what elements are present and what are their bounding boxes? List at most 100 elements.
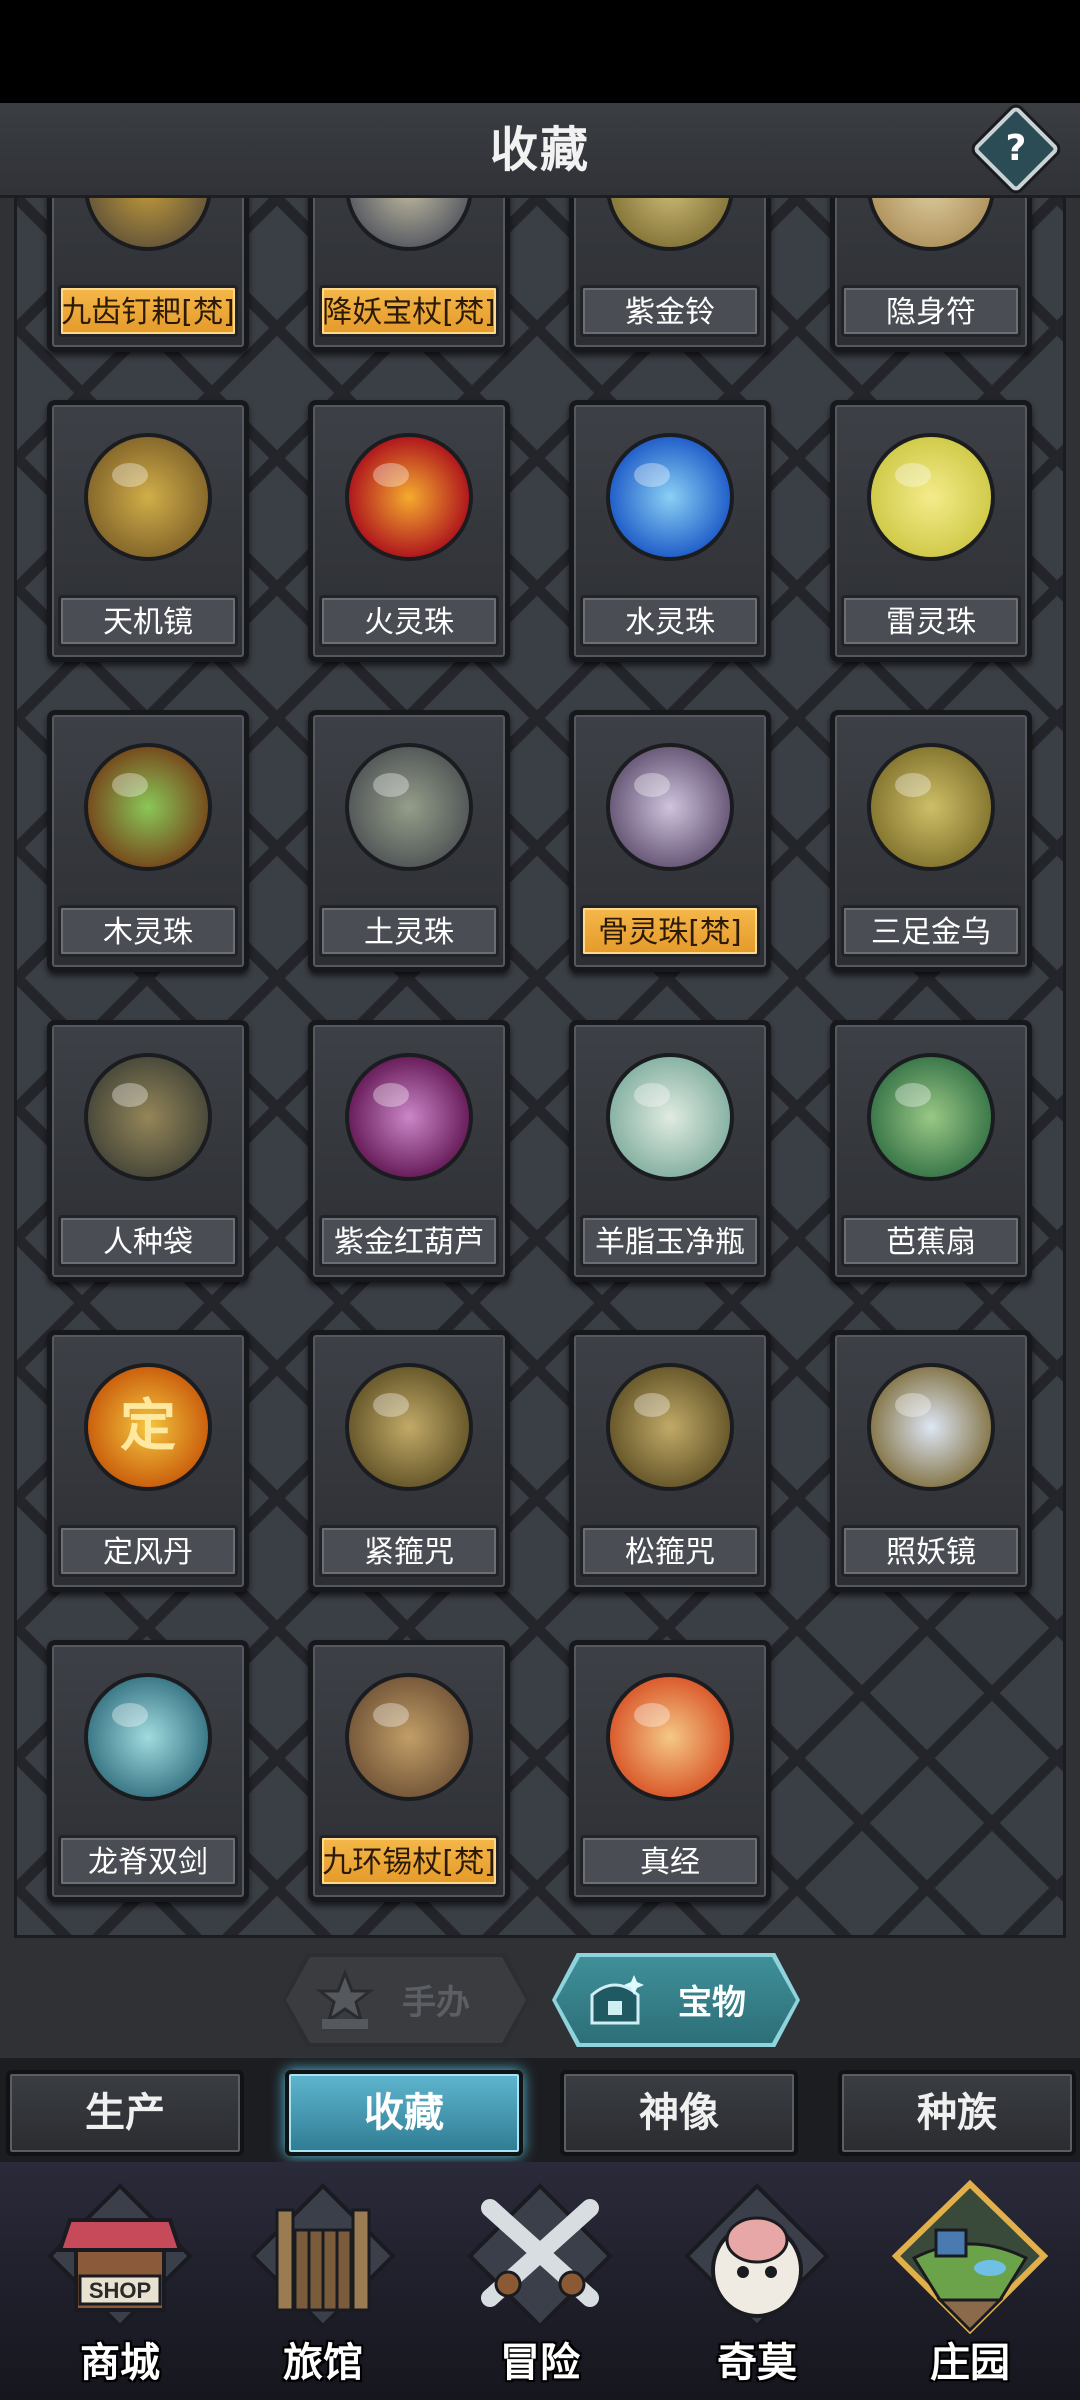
water-orb-icon [606,433,734,561]
collection-grid[interactable]: 九齿钉耙[梵] 降妖宝杖[梵] 紫金铃 隐身符天机镜 火灵珠 水灵珠 雷灵珠木灵珠 土灵珠 骨灵… [14,198,1066,1938]
item-name-label: 照妖镜 [841,1525,1021,1577]
item-name-label: 紫金红葫芦 [319,1215,499,1267]
loose-band-icon [606,1363,734,1491]
toggle-figures-label: 手办 [402,1983,470,2023]
inn-gate-icon [250,2183,396,2329]
nav-shop-label: 商城 [80,2340,160,2386]
item-name-label: 龙脊双剑 [58,1835,238,1887]
bone-orb-icon [606,743,734,871]
collection-item-card[interactable]: 三足金乌 [830,710,1032,972]
nav-qimo-label: 奇莫 [717,2340,797,2386]
item-name-label: 羊脂玉净瓶 [580,1215,760,1267]
item-name-label: 木灵珠 [58,905,238,957]
crossed-swords-icon [467,2183,613,2329]
collection-item-card[interactable]: 水灵珠 [569,400,771,662]
collection-item-card[interactable]: 降妖宝杖[梵] [308,198,510,352]
staff-icon [345,198,473,251]
floating-island-icon [891,2180,1049,2335]
item-name-label: 紫金铃 [580,285,760,337]
collection-item-card[interactable]: 雷灵珠 [830,400,1032,662]
collection-item-card[interactable]: 照妖镜 [830,1330,1032,1592]
mirror-bagua-icon [84,433,212,561]
wood-orb-icon [84,743,212,871]
shop-icon: SHOP [47,2183,193,2329]
rake-icon [84,198,212,251]
gourd-icon [345,1053,473,1181]
tab-collection[interactable]: 收藏 [285,2070,523,2156]
nav-qimo[interactable]: 奇莫 [657,2180,857,2390]
toggle-treasures[interactable]: 宝物 [552,1953,800,2047]
item-name-label: 火灵珠 [319,595,499,647]
item-name-label: 芭蕉扇 [841,1215,1021,1267]
collection-item-card[interactable]: 人种袋 [47,1020,249,1282]
treasure-chest-icon [590,1975,644,2025]
item-name-label: 三足金乌 [841,905,1021,957]
item-name-label: 定风丹 [58,1525,238,1577]
collection-item-card[interactable]: 松箍咒 [569,1330,771,1592]
nav-inn-label: 旅馆 [283,2340,363,2386]
collection-item-card[interactable]: 九环锡杖[梵] [308,1640,510,1902]
collection-item-card[interactable]: 芭蕉扇 [830,1020,1032,1282]
collection-item-card[interactable]: 隐身符 [830,198,1032,352]
item-name-label: 骨灵珠[梵] [580,905,760,957]
headband-icon [345,1363,473,1491]
nav-adventure[interactable]: 冒险 [440,2180,640,2390]
collection-item-card[interactable]: 骨灵珠[梵] [569,710,771,972]
item-name-label: 九齿钉耙[梵] [58,285,238,337]
status-bar [0,0,1080,103]
item-name-label: 降妖宝杖[梵] [319,285,499,337]
item-name-label: 紧箍咒 [319,1525,499,1577]
sack-icon [84,1053,212,1181]
collection-item-card[interactable]: 定定风丹 [47,1330,249,1592]
help-icon: ? [1005,128,1027,169]
golden-crow-icon [867,743,995,871]
collection-item-card[interactable]: 火灵珠 [308,400,510,662]
shop-sign-text: SHOP [89,2278,151,2303]
thunder-orb-icon [867,433,995,561]
collection-item-card[interactable]: 紫金红葫芦 [308,1020,510,1282]
page-title: 收藏 [489,122,590,178]
nav-manor-label: 庄园 [930,2340,1010,2386]
demon-mirror-icon [867,1363,995,1491]
star-pedestal-icon [315,1968,375,2029]
item-name-label: 天机镜 [58,595,238,647]
twin-swords-icon [84,1673,212,1801]
tab-statues[interactable]: 神像 [560,2070,798,2156]
collection-item-card[interactable]: 羊脂玉净瓶 [569,1020,771,1282]
talisman-icon [867,198,995,251]
item-name-label: 真经 [580,1835,760,1887]
creature-icon [684,2183,830,2329]
lotus-scripture-icon [606,1673,734,1801]
nav-inn[interactable]: 旅馆 [223,2180,423,2390]
item-name-label: 松箍咒 [580,1525,760,1577]
item-name-label: 九环锡杖[梵] [319,1835,499,1887]
collection-item-card[interactable]: 天机镜 [47,400,249,662]
collection-item-card[interactable]: 九齿钉耙[梵] [47,198,249,352]
nav-manor[interactable]: 庄园 [870,2180,1070,2390]
collection-item-card[interactable]: 土灵珠 [308,710,510,972]
item-name-label: 土灵珠 [319,905,499,957]
nav-shop[interactable]: SHOP 商城 [20,2180,220,2390]
tab-production[interactable]: 生产 [6,2070,244,2156]
collection-item-card[interactable]: 紧箍咒 [308,1330,510,1592]
fire-orb-icon [345,433,473,561]
monk-staff-icon [345,1673,473,1801]
collection-item-card[interactable]: 木灵珠 [47,710,249,972]
pill-glyph: 定 [120,1394,176,1459]
toggle-figures[interactable]: 手办 [282,1953,530,2047]
item-name-label: 水灵珠 [580,595,760,647]
item-name-label: 人种袋 [58,1215,238,1267]
collection-item-card[interactable]: 紫金铃 [569,198,771,352]
item-name-label: 雷灵珠 [841,595,1021,647]
wind-pill-icon: 定 [84,1363,212,1491]
fan-icon [867,1053,995,1181]
earth-orb-icon [345,743,473,871]
bells-icon [606,198,734,251]
collection-item-card[interactable]: 龙脊双剑 [47,1640,249,1902]
tab-races[interactable]: 种族 [838,2070,1076,2156]
item-name-label: 隐身符 [841,285,1021,337]
toggle-treasures-label: 宝物 [678,1983,746,2023]
collection-item-card[interactable]: 真经 [569,1640,771,1902]
vase-icon [606,1053,734,1181]
nav-adventure-label: 冒险 [500,2340,580,2386]
